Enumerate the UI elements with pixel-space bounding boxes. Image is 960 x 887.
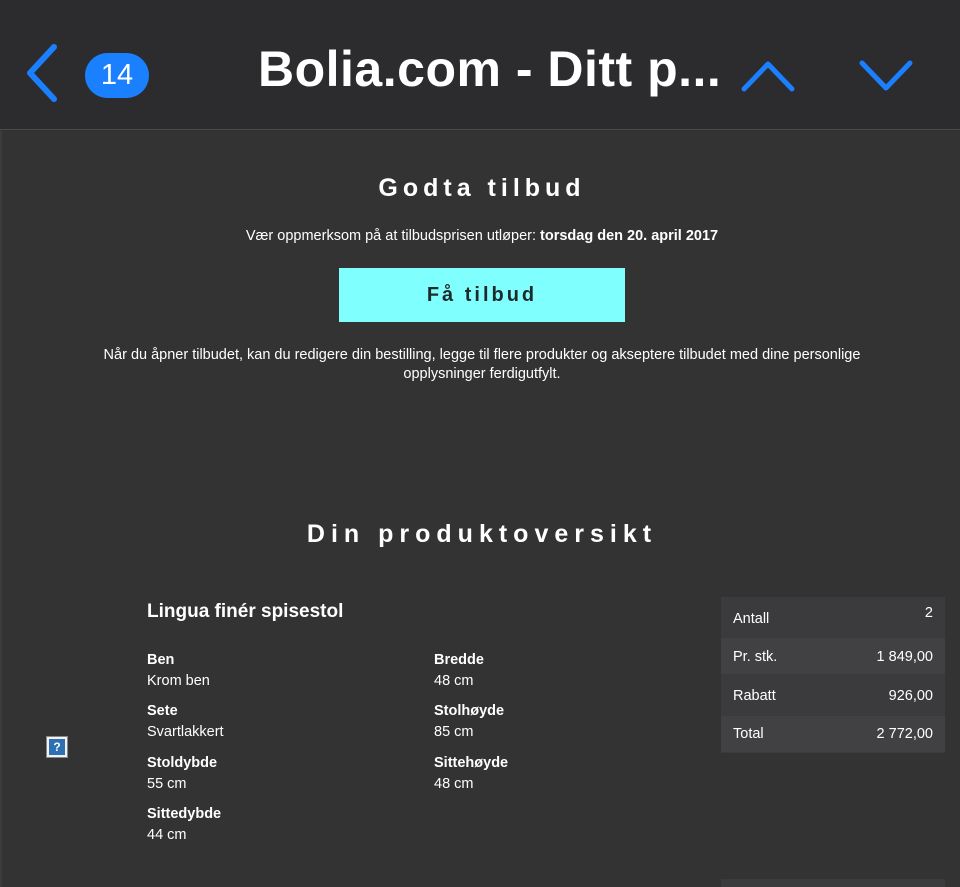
summary-value: 926,00 [888, 688, 933, 704]
attribute-value: 85 cm [434, 724, 474, 740]
attribute-label: Sittedybde [147, 806, 222, 822]
attribute-item: Sittedybde 44 cm [147, 804, 221, 846]
attribute-value: 55 cm [147, 776, 187, 792]
expiry-date: torsdag den 20. april 2017 [540, 228, 719, 244]
summary-row-discount: Rabatt 926,00 [721, 677, 945, 713]
expiry-text: Vær oppmerksom på at tilbudsprisen utløp… [245, 228, 541, 244]
next-summary-block [721, 879, 945, 887]
attribute-value: 44 cm [147, 827, 187, 843]
offer-note: Når du åpner tilbudet, kan du redigere d… [103, 347, 861, 382]
summary-value: 2 [924, 605, 933, 621]
missing-image-icon: ? [46, 736, 68, 758]
summary-row-quantity: Antall 2 [721, 599, 945, 635]
attribute-item: Stolhøyde 85 cm [434, 701, 504, 743]
message-title: Bolia.com - Ditt p... [258, 41, 722, 97]
attribute-item: Bredde 48 cm [434, 650, 484, 692]
summary-label: Pr. stk. [733, 649, 778, 665]
summary-label: Total [733, 726, 764, 742]
navigation-bar: 14 Bolia.com - Ditt p... [0, 0, 960, 130]
price-summary: Antall 2 Pr. stk. 1 849,00 Rabatt 926,00… [721, 597, 945, 753]
chevron-down-icon[interactable] [858, 58, 914, 94]
attribute-value: Svartlakkert [147, 724, 224, 740]
get-offer-button[interactable]: Få tilbud [339, 268, 625, 322]
chevron-left-icon[interactable] [22, 42, 62, 104]
attribute-label: Sete [147, 703, 178, 719]
attribute-item: Ben Krom ben [147, 650, 210, 692]
summary-row-total: Total 2 772,00 [721, 716, 945, 752]
accept-offer-heading: Godta tilbud [378, 174, 586, 202]
unread-count-badge: 14 [85, 53, 149, 98]
summary-row-unit-price: Pr. stk. 1 849,00 [721, 638, 945, 674]
attribute-label: Stolhøyde [434, 703, 505, 719]
attribute-label: Ben [147, 652, 175, 668]
product-name: Lingua finér spisestol [147, 601, 344, 622]
missing-image-glyph: ? [49, 739, 65, 755]
chevron-up-icon[interactable] [740, 58, 796, 94]
attribute-label: Stoldybde [147, 755, 218, 771]
product-overview-heading: Din produktoversikt [306, 520, 658, 548]
attribute-item: Sete Svartlakkert [147, 701, 224, 743]
summary-label: Antall [733, 611, 770, 627]
summary-value: 1 849,00 [876, 649, 933, 665]
email-body: Godta tilbud Vær oppmerksom på at tilbud… [0, 131, 960, 887]
attribute-value: 48 cm [434, 776, 474, 792]
expiry-notice: Vær oppmerksom på at tilbudsprisen utløp… [2, 228, 960, 244]
attribute-value: 48 cm [434, 673, 474, 689]
summary-value: 2 772,00 [876, 726, 933, 742]
attribute-item: Stoldybde 55 cm [147, 753, 217, 795]
attribute-label: Sittehøyde [434, 755, 509, 771]
attribute-label: Bredde [434, 652, 484, 668]
attribute-item: Sittehøyde 48 cm [434, 753, 508, 795]
summary-label: Rabatt [733, 688, 776, 704]
attribute-value: Krom ben [147, 673, 210, 689]
